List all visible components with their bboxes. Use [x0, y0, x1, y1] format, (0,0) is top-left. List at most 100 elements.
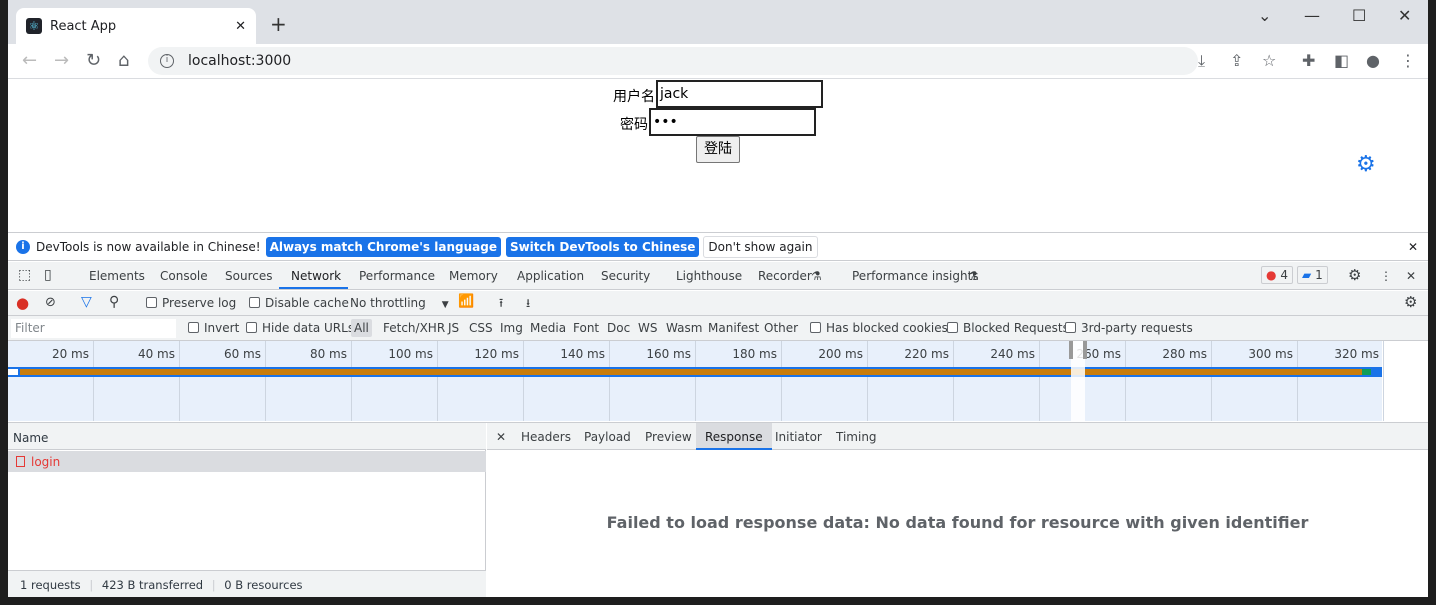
filter-type-doc[interactable]: Doc [607, 321, 630, 335]
password-label: 密码 [620, 117, 648, 133]
record-icon[interactable]: ● [16, 294, 29, 312]
errors-badge[interactable]: ● 4 [1261, 266, 1293, 284]
forward-icon[interactable]: → [54, 50, 69, 71]
messages-badge[interactable]: ▰ 1 [1297, 266, 1328, 284]
tab-security[interactable]: Security [601, 269, 650, 283]
profile-avatar-icon[interactable]: ● [1366, 51, 1380, 70]
switch-to-chinese-button[interactable]: Switch DevTools to Chinese [505, 236, 700, 257]
export-har-icon[interactable]: ⭳ [526, 294, 530, 315]
filter-type-font[interactable]: Font [573, 321, 599, 335]
devtools-menu-icon[interactable]: ⋮ [1380, 269, 1392, 283]
filter-type-fetch-xhr[interactable]: Fetch/XHR [383, 321, 445, 335]
network-conditions-icon[interactable]: 📶 [458, 294, 474, 309]
blocked-requests-checkbox[interactable]: Blocked Requests [947, 321, 1069, 335]
home-icon[interactable]: ⌂ [118, 50, 129, 71]
inspect-element-icon[interactable]: ⬚ [18, 267, 31, 283]
tab-timing[interactable]: Timing [836, 430, 877, 444]
address-bar[interactable]: i localhost:3000 [148, 47, 1198, 75]
tab-performance[interactable]: Performance [359, 269, 435, 283]
filter-input[interactable]: Filter [11, 319, 176, 338]
filter-type-js[interactable]: JS [448, 321, 459, 335]
filter-type-wasm[interactable]: Wasm [666, 321, 702, 335]
tab-initiator[interactable]: Initiator [775, 430, 822, 444]
search-icon[interactable]: ⚲ [109, 294, 119, 310]
dropdown-arrow-icon: ▼ [441, 300, 449, 310]
disable-cache-checkbox[interactable]: Disable cache [249, 296, 349, 310]
selection-handle-right[interactable] [1083, 341, 1087, 359]
import-har-icon[interactable]: ⭱ [499, 294, 503, 315]
tab-elements[interactable]: Elements [89, 269, 145, 283]
install-icon[interactable]: ⤓ [1198, 51, 1205, 71]
new-tab-icon[interactable]: + [270, 12, 287, 36]
site-info-icon[interactable]: i [160, 54, 174, 68]
settings-gear-icon[interactable]: ⚙ [1356, 152, 1376, 177]
details-tabbar: ✕ Headers Payload Preview Response Initi… [487, 423, 1428, 450]
minimize-icon[interactable]: — [1304, 6, 1320, 25]
match-language-button[interactable]: Always match Chrome's language [265, 236, 501, 257]
network-settings-icon[interactable]: ⚙ [1404, 293, 1417, 311]
dont-show-again-button[interactable]: Don't show again [703, 235, 818, 258]
tab-title: React App [50, 18, 117, 34]
share-icon[interactable]: ⇪ [1230, 51, 1243, 70]
browser-tab[interactable]: ⚛ React App ✕ [16, 8, 256, 44]
tab-search-icon[interactable]: ⌄ [1258, 6, 1271, 25]
tab-performance-insights[interactable]: Performance insights [852, 269, 979, 283]
side-panel-icon[interactable]: ◧ [1334, 51, 1349, 70]
info-icon: i [16, 239, 30, 254]
third-party-requests-checkbox[interactable]: 3rd-party requests [1065, 321, 1193, 335]
throttling-select[interactable]: No throttling ▼ [350, 296, 449, 310]
tab-memory[interactable]: Memory [449, 269, 498, 283]
preserve-log-checkbox[interactable]: Preserve log [146, 296, 236, 310]
timeline-tick-label: 160 ms [646, 347, 691, 361]
close-infobar-icon[interactable]: ✕ [1408, 240, 1418, 254]
extensions-icon[interactable]: ✚ [1302, 51, 1315, 70]
hide-data-urls-checkbox[interactable]: Hide data URLs [246, 321, 354, 335]
close-window-icon[interactable]: ✕ [1398, 6, 1411, 25]
tab-sources[interactable]: Sources [225, 269, 272, 283]
error-count: 4 [1280, 268, 1288, 282]
menu-icon[interactable]: ⋮ [1400, 51, 1416, 70]
login-button[interactable]: 登陆 [696, 136, 740, 163]
close-tab-icon[interactable]: ✕ [235, 19, 246, 34]
bookmark-star-icon[interactable]: ☆ [1262, 51, 1276, 70]
close-devtools-icon[interactable]: ✕ [1406, 269, 1416, 283]
filter-type-media[interactable]: Media [530, 321, 566, 335]
tab-headers[interactable]: Headers [521, 430, 571, 444]
request-row[interactable]: login [8, 451, 486, 472]
tab-response[interactable]: Response [696, 423, 772, 450]
invert-checkbox[interactable]: Invert [188, 321, 239, 335]
name-column-header[interactable]: Name [8, 423, 486, 450]
timeline-gridline [953, 341, 954, 421]
maximize-icon[interactable]: ☐ [1352, 6, 1366, 25]
tab-recorder[interactable]: Recorder [758, 269, 812, 283]
filter-type-other[interactable]: Other [764, 321, 798, 335]
filter-type-ws[interactable]: WS [638, 321, 657, 335]
message-icon: ▰ [1302, 268, 1312, 282]
filter-icon[interactable]: ▽ [81, 294, 92, 310]
filter-type-css[interactable]: CSS [469, 321, 493, 335]
devtools-settings-icon[interactable]: ⚙ [1348, 266, 1361, 284]
tab-network[interactable]: Network [291, 269, 341, 283]
timeline-gridline [695, 341, 696, 421]
username-input[interactable]: jack [656, 80, 823, 108]
password-input[interactable]: ••• [649, 108, 816, 136]
close-details-icon[interactable]: ✕ [496, 430, 506, 444]
reload-icon[interactable]: ↻ [86, 50, 101, 71]
timeline-tick-label: 200 ms [818, 347, 863, 361]
tab-lighthouse[interactable]: Lighthouse [676, 269, 742, 283]
tab-application[interactable]: Application [517, 269, 584, 283]
tab-preview[interactable]: Preview [645, 430, 692, 444]
clear-icon[interactable]: ⊘ [45, 295, 56, 310]
tab-payload[interactable]: Payload [584, 430, 631, 444]
filter-type-manifest[interactable]: Manifest [708, 321, 759, 335]
filter-type-all[interactable]: All [351, 319, 372, 337]
selection-handle-left[interactable] [1069, 341, 1073, 359]
filter-type-img[interactable]: Img [500, 321, 523, 335]
back-icon[interactable]: ← [22, 50, 37, 71]
network-overview-timeline[interactable]: 20 ms 40 ms 60 ms 80 ms 100 ms 120 ms 140 ms 16… [8, 341, 1384, 421]
react-icon: ⚛ [26, 18, 42, 34]
has-blocked-cookies-checkbox[interactable]: Has blocked cookies [810, 321, 948, 335]
timeline-tick-label: 140 ms [560, 347, 605, 361]
device-toolbar-icon[interactable]: ▯ [44, 267, 52, 283]
tab-console[interactable]: Console [160, 269, 208, 283]
